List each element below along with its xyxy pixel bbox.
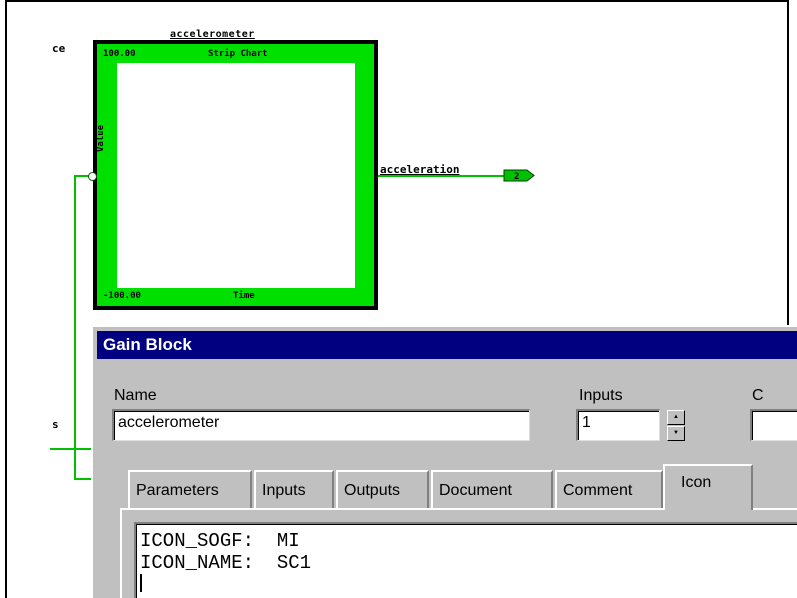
- chart-title: Strip Chart: [208, 49, 268, 59]
- icon-text-line1: ICON_SOGF: MI: [140, 530, 300, 552]
- input-wire-vertical: [74, 175, 76, 478]
- name-label: Name: [114, 387, 157, 404]
- y-max-label: 100.00: [103, 49, 136, 59]
- inputs-spin-down-button[interactable]: ▼: [667, 426, 685, 441]
- tab-outputs[interactable]: Outputs: [336, 470, 429, 508]
- dialog-title: Gain Block: [103, 335, 192, 354]
- inputs-spin-up-button[interactable]: ▲: [667, 410, 685, 425]
- text-cursor: [140, 574, 142, 592]
- strip-chart-plot-area: [117, 63, 355, 288]
- outputs-label-cut: C: [752, 387, 764, 404]
- name-field[interactable]: accelerometer: [112, 409, 530, 441]
- output-connector-icon[interactable]: 2: [503, 169, 535, 182]
- icon-text-area[interactable]: ICON_SOGF: MI ICON_NAME: SC1: [134, 522, 797, 598]
- x-axis-label: Time: [233, 291, 255, 301]
- wire-bottom-left: [50, 448, 94, 450]
- tab-comment[interactable]: Comment: [555, 470, 663, 508]
- inputs-field[interactable]: 1: [576, 409, 660, 441]
- y-axis-label: Value: [96, 124, 106, 152]
- cut-label-bottom: s: [52, 418, 59, 431]
- icon-text-line2: ICON_NAME: SC1: [140, 552, 312, 574]
- dialog-titlebar[interactable]: Gain Block: [97, 331, 797, 359]
- outputs-field[interactable]: [750, 409, 797, 441]
- tab-parameters[interactable]: Parameters: [128, 470, 252, 508]
- tab-icon[interactable]: Icon: [663, 464, 753, 510]
- block-title: accelerometer: [170, 29, 255, 40]
- tab-inputs[interactable]: Inputs: [254, 470, 334, 508]
- output-label: acceleration: [380, 163, 460, 176]
- inputs-label: Inputs: [579, 387, 623, 404]
- tab-document[interactable]: Document: [431, 470, 553, 508]
- y-min-label: -100.00: [103, 291, 141, 301]
- output-tag-label: 2: [514, 172, 519, 182]
- cut-label-top: ce: [52, 42, 66, 55]
- input-port[interactable]: [88, 172, 97, 181]
